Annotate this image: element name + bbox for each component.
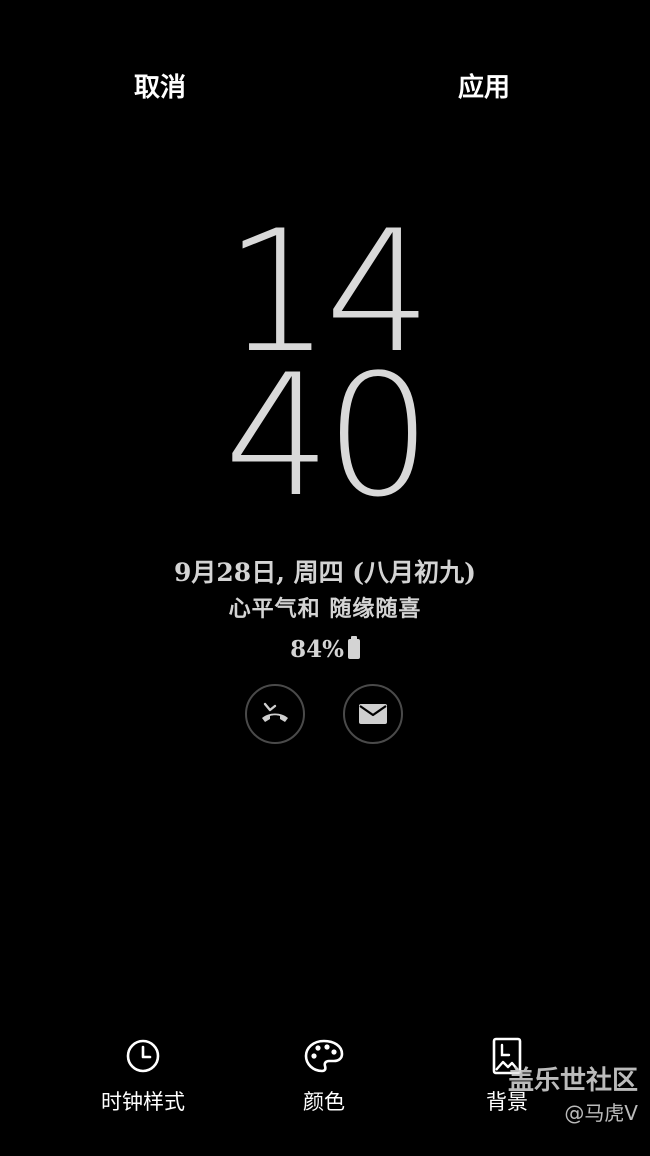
clock-minutes: 40 <box>224 338 432 534</box>
battery-status: 84% <box>0 634 650 666</box>
battery-icon <box>347 636 360 659</box>
apply-button[interactable]: 应用 <box>458 70 510 106</box>
watermark-community: 盖乐世社区 <box>507 1066 638 1096</box>
date-text: 9月28日, 周四 (八月初九) <box>174 558 476 587</box>
message-notification[interactable] <box>343 684 403 744</box>
missed-call-notification[interactable] <box>245 684 305 744</box>
palette-icon <box>304 1039 344 1073</box>
watermark-author: @马虎V <box>564 1101 638 1125</box>
cancel-button[interactable]: 取消 <box>134 70 186 106</box>
watermark: 盖乐世社区 @马虎V <box>488 1064 638 1128</box>
color-button[interactable]: 颜色 <box>244 1036 404 1116</box>
clock-style-label: 时钟样式 <box>101 1090 185 1114</box>
motto-text: 心平气和 随缘随喜 <box>228 596 422 622</box>
mail-icon <box>359 704 387 724</box>
battery-percent: 84% <box>290 636 344 663</box>
clock-icon <box>126 1039 160 1073</box>
color-label: 颜色 <box>303 1090 345 1114</box>
clock-style-button[interactable]: 时钟样式 <box>63 1036 223 1116</box>
missed-call-icon <box>262 702 288 722</box>
